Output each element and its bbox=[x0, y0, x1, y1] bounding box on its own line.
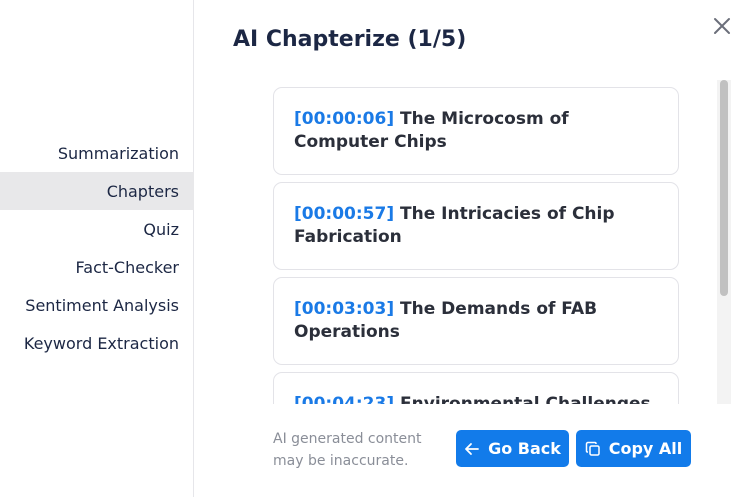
chapter-timestamp[interactable]: [00:03:03] bbox=[294, 299, 394, 319]
chapter-card[interactable]: [00:04:23] Environmental Challenges bbox=[273, 372, 679, 404]
copy-all-button[interactable]: Copy All bbox=[576, 430, 691, 467]
sidebar-item-summarization[interactable]: Summarization bbox=[58, 144, 179, 163]
disclaimer-text: AI generated content may be inaccurate. bbox=[273, 431, 422, 469]
page-title: AI Chapterize (1/5) bbox=[233, 27, 467, 52]
chapter-title: Environmental Challenges bbox=[400, 394, 651, 404]
arrow-left-icon bbox=[465, 442, 479, 455]
chapter-card[interactable]: [00:00:06] The Microcosm of Computer Chi… bbox=[273, 87, 679, 175]
chapter-timestamp[interactable]: [00:00:57] bbox=[294, 204, 394, 224]
sidebar-item-fact-checker[interactable]: Fact-Checker bbox=[76, 258, 179, 277]
chapter-text: [00:04:23] Environmental Challenges bbox=[294, 393, 658, 404]
chapter-timestamp[interactable]: [00:04:23] bbox=[294, 394, 394, 404]
chapter-text: [00:03:03] The Demands of FAB Operations bbox=[294, 298, 658, 344]
chapter-text: [00:00:06] The Microcosm of Computer Chi… bbox=[294, 108, 658, 154]
scrollbar[interactable] bbox=[717, 80, 731, 404]
sidebar-item-chapters[interactable]: Chapters bbox=[107, 182, 179, 201]
chapter-list: [00:00:06] The Microcosm of Computer Chi… bbox=[262, 80, 717, 404]
go-back-button[interactable]: Go Back bbox=[456, 430, 569, 467]
close-button[interactable] bbox=[710, 14, 734, 38]
chapter-card[interactable]: [00:03:03] The Demands of FAB Operations bbox=[273, 277, 679, 365]
close-icon bbox=[714, 18, 730, 34]
sidebar-item-sentiment-analysis[interactable]: Sentiment Analysis bbox=[25, 296, 179, 315]
scrollbar-thumb[interactable] bbox=[720, 80, 728, 296]
go-back-label: Go Back bbox=[488, 439, 561, 458]
copy-all-label: Copy All bbox=[608, 439, 683, 458]
chapter-card[interactable]: [00:00:57] The Intricacies of Chip Fabri… bbox=[273, 182, 679, 270]
sidebar-item-quiz[interactable]: Quiz bbox=[143, 220, 179, 239]
sidebar: Summarization Chapters Quiz Fact-Checker… bbox=[0, 0, 194, 497]
sidebar-item-keyword-extraction[interactable]: Keyword Extraction bbox=[24, 334, 179, 353]
copy-icon bbox=[585, 441, 600, 456]
chapter-timestamp[interactable]: [00:00:06] bbox=[294, 109, 394, 129]
chapter-text: [00:00:57] The Intricacies of Chip Fabri… bbox=[294, 203, 658, 249]
